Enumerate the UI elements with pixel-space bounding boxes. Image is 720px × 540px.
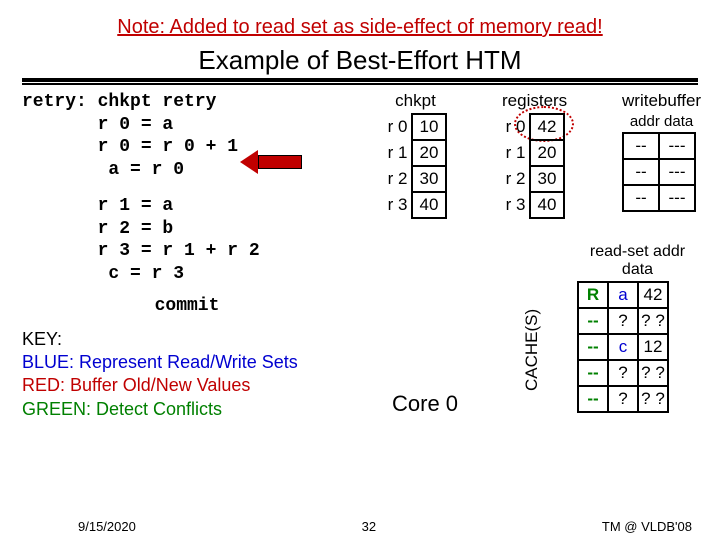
rs-0d: 42	[638, 282, 668, 308]
reg-r3-label: r 3	[502, 192, 530, 218]
key-red: RED: Buffer Old/New Values	[22, 374, 352, 397]
chkpt-r2-label: r 2	[384, 166, 412, 192]
wbuf-0a: --	[623, 133, 659, 159]
code-block-2: r 1 = a r 2 = b r 3 = r 1 + r 2 c = r 3	[22, 195, 352, 285]
footer: 9/15/2020 32 TM @ VLDB'08	[0, 519, 720, 534]
slide-title: Example of Best-Effort HTM	[22, 45, 698, 76]
reg-r2-val: 30	[530, 166, 564, 192]
writebuffer-table: writebuffer addr data ----- ----- -----	[622, 91, 701, 212]
red-arrow-icon	[240, 150, 302, 174]
rs-3d: ? ?	[638, 360, 668, 386]
chkpt-header: chkpt	[384, 91, 447, 111]
rs-3a: ?	[608, 360, 638, 386]
rs-2d: 12	[638, 334, 668, 360]
reg-r0-label: r 0	[502, 114, 530, 140]
rs-1a: ?	[608, 308, 638, 334]
wbuf-2b: ---	[659, 185, 695, 211]
reg-r1-label: r 1	[502, 140, 530, 166]
rs-2a: c	[608, 334, 638, 360]
commit-label: commit	[22, 295, 352, 318]
registers-header: registers	[502, 91, 567, 111]
divider-thick	[22, 78, 698, 82]
chkpt-r3-val: 40	[412, 192, 446, 218]
reg-r1-val: 20	[530, 140, 564, 166]
rs-4a: ?	[608, 386, 638, 412]
rs-2s: --	[578, 334, 608, 360]
registers-table: registers r 042 r 120 r 230 r 340	[502, 91, 567, 219]
cache-label: CACHE(S)	[522, 309, 542, 391]
note-text: Note: Added to read set as side-effect o…	[22, 16, 698, 39]
rs-0a: a	[608, 282, 638, 308]
footer-page: 32	[362, 519, 376, 534]
chkpt-r3-label: r 3	[384, 192, 412, 218]
chkpt-r0-val: 10	[412, 114, 446, 140]
key-legend: KEY: BLUE: Represent Read/Write Sets RED…	[22, 328, 352, 422]
wbuf-1a: --	[623, 159, 659, 185]
key-green: GREEN: Detect Conflicts	[22, 398, 352, 421]
writebuffer-subheader: addr data	[622, 113, 701, 130]
core-label: Core 0	[392, 391, 458, 417]
diagram-area: chkpt r 010 r 120 r 230 r 340 registers …	[352, 91, 698, 421]
rs-1d: ? ?	[638, 308, 668, 334]
chkpt-r1-label: r 1	[384, 140, 412, 166]
rs-0s: R	[578, 282, 608, 308]
wbuf-1b: ---	[659, 159, 695, 185]
wbuf-0b: ---	[659, 133, 695, 159]
writebuffer-header: writebuffer	[622, 91, 701, 111]
divider-thin	[22, 83, 698, 85]
wbuf-2a: --	[623, 185, 659, 211]
rs-4s: --	[578, 386, 608, 412]
reg-r3-val: 40	[530, 192, 564, 218]
rs-1s: --	[578, 308, 608, 334]
rs-4d: ? ?	[638, 386, 668, 412]
chkpt-table: chkpt r 010 r 120 r 230 r 340	[384, 91, 447, 219]
rs-3s: --	[578, 360, 608, 386]
key-blue: BLUE: Represent Read/Write Sets	[22, 351, 352, 374]
chkpt-r2-val: 30	[412, 166, 446, 192]
reg-r2-label: r 2	[502, 166, 530, 192]
chkpt-r0-label: r 0	[384, 114, 412, 140]
footer-venue: TM @ VLDB'08	[602, 519, 692, 534]
code-block-1: retry: chkpt retry r 0 = a r 0 = r 0 + 1…	[22, 91, 352, 181]
readset-header: read-set addr data	[577, 243, 698, 279]
chkpt-r1-val: 20	[412, 140, 446, 166]
footer-date: 9/15/2020	[78, 519, 136, 534]
readset-table: read-set addr data Ra42 --?? ? --c12 --?…	[577, 243, 698, 413]
key-title: KEY:	[22, 328, 352, 351]
reg-r0-val: 42	[530, 114, 564, 140]
